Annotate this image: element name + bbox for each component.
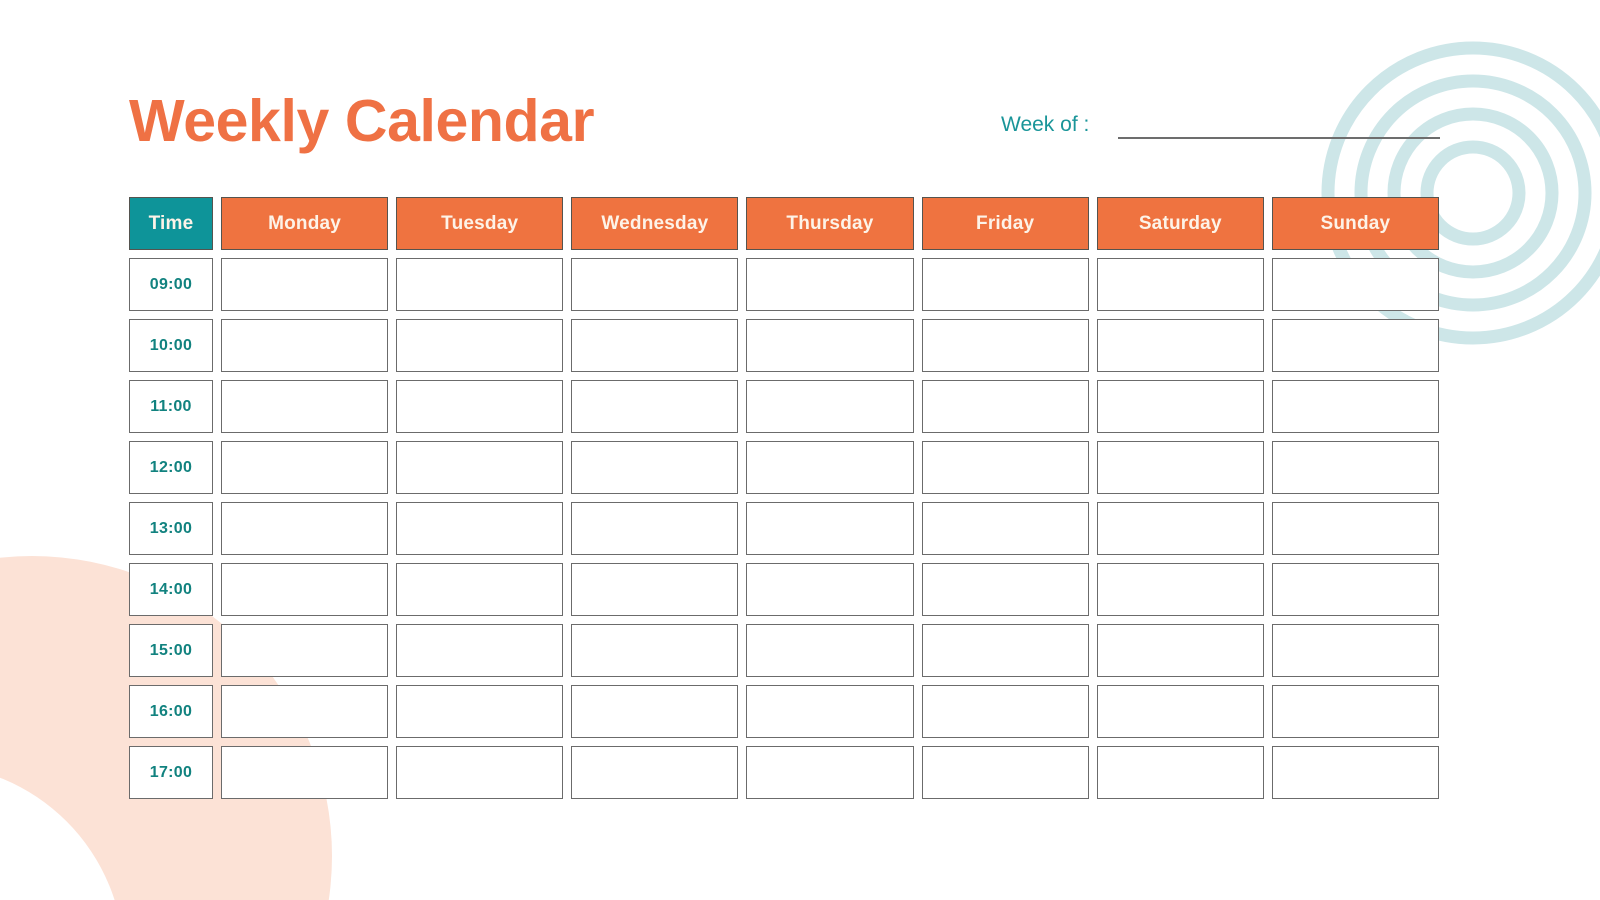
calendar-slot-cell[interactable] — [396, 319, 564, 372]
week-of-label: Week of : — [1001, 113, 1090, 136]
weekly-calendar-page: Weekly Calendar Week of : Time Monday Tu… — [0, 0, 1600, 900]
calendar-slot-cell[interactable] — [1096, 685, 1264, 738]
calendar-slot-cell[interactable] — [1096, 624, 1264, 677]
calendar-slot-cell[interactable] — [921, 685, 1089, 738]
calendar-slot-cell[interactable] — [221, 685, 389, 738]
column-header-friday: Friday — [921, 197, 1089, 250]
calendar-slot-cell[interactable] — [1271, 563, 1439, 616]
calendar-row: 15:00 — [129, 624, 1439, 677]
column-header-tuesday: Tuesday — [396, 197, 564, 250]
calendar-slot-cell[interactable] — [221, 563, 389, 616]
time-label: 14:00 — [129, 563, 213, 616]
time-label: 11:00 — [129, 380, 213, 433]
calendar-slot-cell[interactable] — [1271, 319, 1439, 372]
calendar-row: 11:00 — [129, 380, 1439, 433]
calendar-header-row: Time Monday Tuesday Wednesday Thursday F… — [129, 197, 1439, 250]
week-of-group: Week of : — [1001, 112, 1089, 138]
calendar-slot-cell[interactable] — [396, 746, 564, 799]
calendar-slot-cell[interactable] — [746, 624, 914, 677]
calendar-row: 10:00 — [129, 319, 1439, 372]
calendar-slot-cell[interactable] — [571, 441, 739, 494]
calendar-row: 14:00 — [129, 563, 1439, 616]
calendar-slot-cell[interactable] — [396, 380, 564, 433]
column-header-time: Time — [129, 197, 213, 250]
calendar-row: 17:00 — [129, 746, 1439, 799]
time-label: 09:00 — [129, 258, 213, 311]
calendar-slot-cell[interactable] — [396, 258, 564, 311]
calendar-slot-cell[interactable] — [921, 258, 1089, 311]
column-header-sunday: Sunday — [1271, 197, 1439, 250]
calendar-slot-cell[interactable] — [221, 502, 389, 555]
calendar-row: 16:00 — [129, 685, 1439, 738]
calendar-slot-cell[interactable] — [921, 380, 1089, 433]
calendar-slot-cell[interactable] — [1096, 258, 1264, 311]
time-label: 12:00 — [129, 441, 213, 494]
time-label: 13:00 — [129, 502, 213, 555]
time-label: 15:00 — [129, 624, 213, 677]
calendar-slot-cell[interactable] — [1271, 624, 1439, 677]
calendar-slot-cell[interactable] — [221, 258, 389, 311]
calendar-slot-cell[interactable] — [571, 624, 739, 677]
calendar-grid: Time Monday Tuesday Wednesday Thursday F… — [129, 197, 1439, 799]
calendar-slot-cell[interactable] — [1271, 380, 1439, 433]
calendar-row: 12:00 — [129, 441, 1439, 494]
calendar-row: 09:00 — [129, 258, 1439, 311]
calendar-slot-cell[interactable] — [571, 258, 739, 311]
week-of-input-line[interactable] — [1118, 137, 1440, 139]
calendar-slot-cell[interactable] — [921, 746, 1089, 799]
time-label: 10:00 — [129, 319, 213, 372]
calendar-slot-cell[interactable] — [396, 441, 564, 494]
calendar-slot-cell[interactable] — [1271, 502, 1439, 555]
column-header-wednesday: Wednesday — [571, 197, 739, 250]
calendar-slot-cell[interactable] — [221, 319, 389, 372]
calendar-slot-cell[interactable] — [571, 502, 739, 555]
calendar-row: 13:00 — [129, 502, 1439, 555]
calendar-slot-cell[interactable] — [746, 380, 914, 433]
calendar-slot-cell[interactable] — [396, 624, 564, 677]
calendar-slot-cell[interactable] — [746, 258, 914, 311]
calendar-slot-cell[interactable] — [571, 685, 739, 738]
calendar-slot-cell[interactable] — [1096, 441, 1264, 494]
calendar-slot-cell[interactable] — [396, 563, 564, 616]
calendar-slot-cell[interactable] — [921, 563, 1089, 616]
page-title: Weekly Calendar — [129, 88, 595, 154]
column-header-monday: Monday — [221, 197, 389, 250]
calendar-slot-cell[interactable] — [1271, 441, 1439, 494]
calendar-slot-cell[interactable] — [1096, 563, 1264, 616]
calendar-slot-cell[interactable] — [1096, 746, 1264, 799]
calendar-slot-cell[interactable] — [746, 502, 914, 555]
calendar-slot-cell[interactable] — [921, 502, 1089, 555]
calendar-body: 09:00 10:00 11:00 12:00 13:00 14:00 15:00 16:00… — [129, 258, 1439, 799]
time-label: 17:00 — [129, 746, 213, 799]
calendar-slot-cell[interactable] — [396, 502, 564, 555]
calendar-slot-cell[interactable] — [746, 319, 914, 372]
calendar-slot-cell[interactable] — [746, 563, 914, 616]
calendar-slot-cell[interactable] — [221, 441, 389, 494]
calendar-slot-cell[interactable] — [746, 746, 914, 799]
calendar-slot-cell[interactable] — [221, 624, 389, 677]
calendar-slot-cell[interactable] — [1271, 746, 1439, 799]
calendar-slot-cell[interactable] — [571, 380, 739, 433]
calendar-slot-cell[interactable] — [1096, 502, 1264, 555]
calendar-slot-cell[interactable] — [1271, 258, 1439, 311]
calendar-slot-cell[interactable] — [746, 685, 914, 738]
column-header-thursday: Thursday — [746, 197, 914, 250]
calendar-slot-cell[interactable] — [746, 441, 914, 494]
time-label: 16:00 — [129, 685, 213, 738]
calendar-slot-cell[interactable] — [571, 319, 739, 372]
calendar-slot-cell[interactable] — [571, 746, 739, 799]
calendar-slot-cell[interactable] — [221, 380, 389, 433]
page-header: Weekly Calendar Week of : — [0, 0, 1600, 190]
calendar-slot-cell[interactable] — [1096, 319, 1264, 372]
calendar-slot-cell[interactable] — [921, 624, 1089, 677]
calendar-slot-cell[interactable] — [221, 746, 389, 799]
calendar-slot-cell[interactable] — [921, 319, 1089, 372]
calendar-slot-cell[interactable] — [1271, 685, 1439, 738]
calendar-slot-cell[interactable] — [1096, 380, 1264, 433]
calendar-slot-cell[interactable] — [396, 685, 564, 738]
calendar-slot-cell[interactable] — [571, 563, 739, 616]
calendar-slot-cell[interactable] — [921, 441, 1089, 494]
column-header-saturday: Saturday — [1096, 197, 1264, 250]
